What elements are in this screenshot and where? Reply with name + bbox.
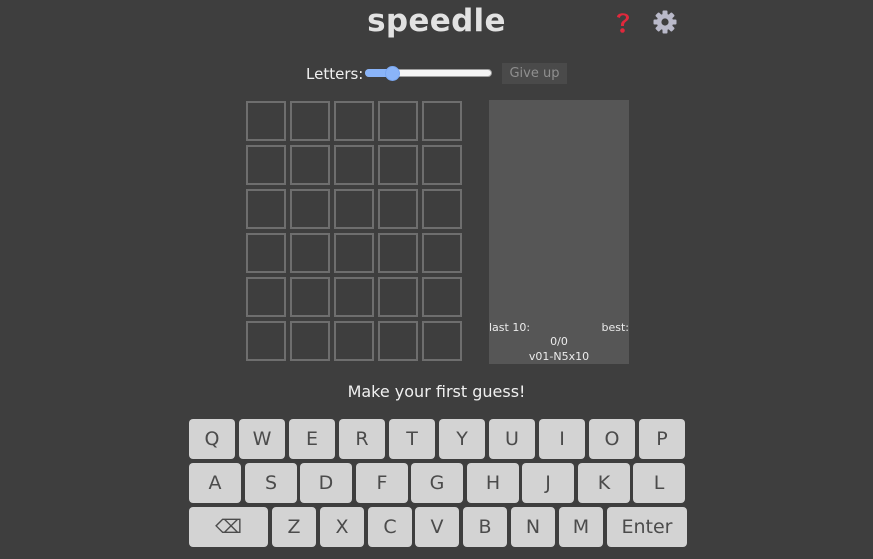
board-cell (246, 101, 286, 141)
give-up-button[interactable]: Give up (502, 63, 567, 84)
letters-slider[interactable] (365, 65, 493, 83)
key-d[interactable]: D (300, 463, 352, 503)
board-cell (246, 145, 286, 185)
board-cell (378, 233, 418, 273)
key-enter[interactable]: Enter (607, 507, 687, 547)
board-cell (378, 189, 418, 229)
help-icon[interactable] (611, 9, 635, 35)
last-ten-label: last 10: (489, 321, 531, 334)
key-w[interactable]: W (239, 419, 285, 459)
board-cell (246, 277, 286, 317)
key-x[interactable]: X (320, 507, 364, 547)
app-title: speedle (367, 3, 506, 39)
key-o[interactable]: O (589, 419, 635, 459)
key-f[interactable]: F (356, 463, 408, 503)
board-cell (334, 277, 374, 317)
board-cell (378, 101, 418, 141)
board-cell (334, 145, 374, 185)
key-n[interactable]: N (511, 507, 555, 547)
board-cell (378, 321, 418, 361)
key-k[interactable]: K (578, 463, 630, 503)
key-y[interactable]: Y (439, 419, 485, 459)
key-p[interactable]: P (639, 419, 685, 459)
board-cell (290, 233, 330, 273)
key-t[interactable]: T (389, 419, 435, 459)
key-m[interactable]: M (559, 507, 603, 547)
key-v[interactable]: V (415, 507, 459, 547)
board-cell (290, 189, 330, 229)
board-cell (422, 101, 462, 141)
key-e[interactable]: E (289, 419, 335, 459)
board-cell (378, 277, 418, 317)
board-cell (290, 101, 330, 141)
letters-label: Letters: (306, 65, 364, 83)
board-cell (334, 233, 374, 273)
key-u[interactable]: U (489, 419, 535, 459)
board-cell (422, 277, 462, 317)
key-a[interactable]: A (189, 463, 241, 503)
key-s[interactable]: S (245, 463, 297, 503)
key-q[interactable]: Q (189, 419, 235, 459)
status-message: Make your first guess! (347, 382, 526, 401)
key-r[interactable]: R (339, 419, 385, 459)
board-cell (290, 145, 330, 185)
best-label: best: (601, 321, 630, 334)
key-c[interactable]: C (368, 507, 412, 547)
slider-thumb[interactable] (385, 66, 400, 81)
key-h[interactable]: H (467, 463, 519, 503)
key-j[interactable]: J (522, 463, 574, 503)
board-cell (246, 233, 286, 273)
board-cell (334, 189, 374, 229)
board-cell (246, 321, 286, 361)
board-cell (246, 189, 286, 229)
key-g[interactable]: G (411, 463, 463, 503)
speedle-app: speedle Letters: Give up last 10: best: (0, 0, 873, 559)
board-cell (422, 321, 462, 361)
stats-panel: last 10: best: 0/0 v01-N5x10 (489, 100, 629, 364)
key-b[interactable]: B (463, 507, 507, 547)
guess-board (246, 101, 466, 365)
board-cell (422, 233, 462, 273)
key-i[interactable]: I (539, 419, 585, 459)
version-label: v01-N5x10 (528, 350, 590, 363)
board-cell (290, 321, 330, 361)
key-l[interactable]: L (633, 463, 685, 503)
score-value: 0/0 (550, 335, 568, 348)
key-z[interactable]: Z (272, 507, 316, 547)
board-cell (334, 101, 374, 141)
board-cell (290, 277, 330, 317)
board-cell (378, 145, 418, 185)
board-cell (422, 145, 462, 185)
board-cell (422, 189, 462, 229)
gear-icon[interactable] (652, 9, 678, 35)
key-backspace[interactable]: ⌫ (189, 507, 268, 547)
board-cell (334, 321, 374, 361)
